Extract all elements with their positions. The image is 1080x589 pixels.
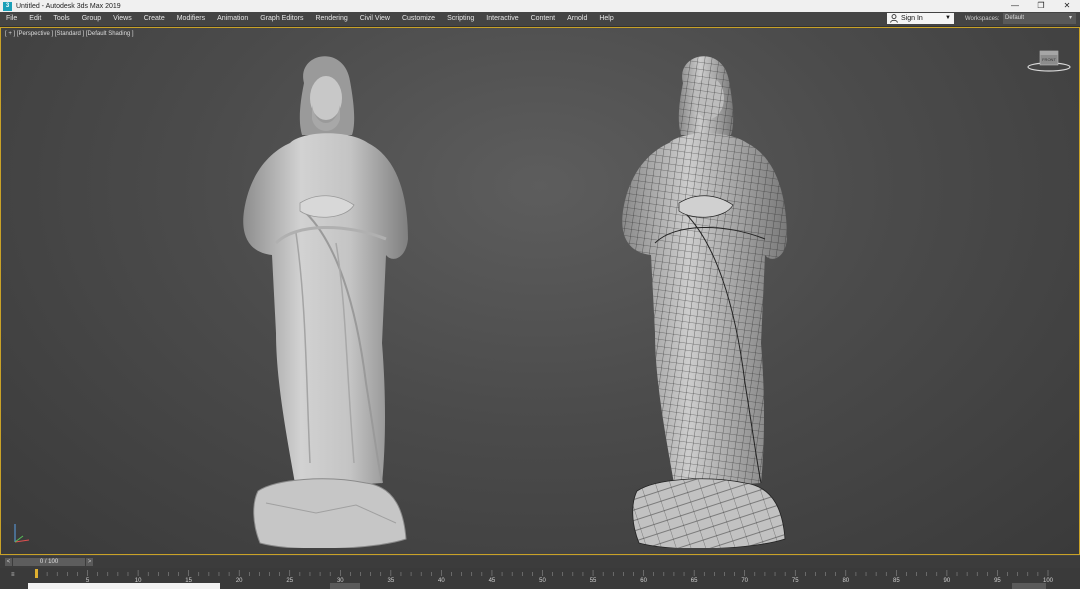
- axis-gizmo-icon: [14, 524, 30, 543]
- menu-item-edit[interactable]: Edit: [23, 12, 47, 26]
- menu-item-animation[interactable]: Animation: [211, 12, 254, 26]
- 3ds-max-app-icon[interactable]: 3: [3, 1, 12, 11]
- timeline-tick-label: 90: [944, 578, 951, 583]
- time-slider-bar: < 0 / 100 >: [0, 556, 1080, 568]
- time-slider[interactable]: 0 / 100: [13, 558, 85, 566]
- track-segment: [330, 583, 360, 589]
- user-icon: [890, 14, 898, 23]
- timeline-tick-label: 40: [438, 578, 445, 583]
- timeline-tick-label: 85: [893, 578, 900, 583]
- window-title: Untitled - Autodesk 3ds Max 2019: [16, 2, 121, 10]
- svg-text:FRONT: FRONT: [1042, 57, 1056, 62]
- timeline-tick-label: 45: [489, 578, 496, 583]
- timeline-tick-label: 55: [590, 578, 597, 583]
- statue-shaded[interactable]: [236, 43, 416, 548]
- menu-item-help[interactable]: Help: [593, 12, 619, 26]
- minimize-button[interactable]: —: [1002, 0, 1028, 12]
- timeline-tick-label: 75: [792, 578, 799, 583]
- timeline-tick-label: 35: [388, 578, 395, 583]
- track-segment: [1012, 583, 1046, 589]
- timeline-tick-label: 60: [640, 578, 647, 583]
- track-bar[interactable]: 5 10 15 20 25 30 35 40 45 50 55 60 65 70 75 80 85 90 95 100…: [0, 568, 1080, 589]
- timeline-tick-label: 20: [236, 578, 243, 583]
- menu-item-modifiers[interactable]: Modifiers: [171, 12, 211, 26]
- window-controls: — ❐ ✕: [1002, 0, 1080, 12]
- key-range-bar: [28, 583, 220, 589]
- menu-item-content[interactable]: Content: [525, 12, 562, 26]
- current-frame-marker[interactable]: [35, 569, 38, 578]
- workspaces-select[interactable]: Default ▾: [1003, 13, 1076, 24]
- workspaces-label: Workspaces:: [965, 16, 1000, 22]
- menu-item-scripting[interactable]: Scripting: [441, 12, 480, 26]
- menu-item-file[interactable]: File: [0, 12, 23, 26]
- timeline-tick-label: 50: [539, 578, 546, 583]
- workspaces-value: Default: [1005, 15, 1025, 21]
- menu-item-rendering[interactable]: Rendering: [309, 12, 353, 26]
- timeline-ruler[interactable]: 5 10 15 20 25 30 35 40 45 50 55 60 65 70 75 80 85 90 95 100: [0, 568, 1080, 583]
- menu-item-tools[interactable]: Tools: [47, 12, 75, 26]
- maximize-button[interactable]: ❐: [1028, 0, 1054, 12]
- menu-item-arnold[interactable]: Arnold: [561, 12, 593, 26]
- prev-frame-button[interactable]: <: [5, 558, 12, 566]
- menu-item-interactive[interactable]: Interactive: [480, 12, 524, 26]
- window-titlebar: 3 Untitled - Autodesk 3ds Max 2019 — ❐ ✕: [0, 0, 1080, 12]
- menu-item-customize[interactable]: Customize: [396, 12, 441, 26]
- statue-wireframe[interactable]: [615, 43, 795, 548]
- close-button[interactable]: ✕: [1054, 0, 1080, 12]
- timeline-tick-label: 80: [842, 578, 849, 583]
- perspective-viewport[interactable]: [ + ] [Perspective ] [Standard ] [Defaul…: [0, 27, 1080, 555]
- track-bar-menu-icon[interactable]: ≡: [11, 572, 15, 578]
- menu-item-group[interactable]: Group: [76, 12, 107, 26]
- timeline-tick-label: 70: [741, 578, 748, 583]
- viewcube-icon[interactable]: FRONT: [1025, 48, 1073, 74]
- menu-item-create[interactable]: Create: [138, 12, 171, 26]
- next-frame-button[interactable]: >: [86, 558, 93, 566]
- chevron-down-icon: ▾: [1068, 15, 1072, 21]
- chevron-down-icon: ▼: [945, 15, 951, 21]
- viewport-label[interactable]: [ + ] [Perspective ] [Standard ] [Defaul…: [5, 31, 134, 37]
- menu-item-civil-view[interactable]: Civil View: [354, 12, 396, 26]
- sign-in-dropdown[interactable]: Sign In ▼: [887, 13, 954, 24]
- timeline-tick-label: 65: [691, 578, 698, 583]
- menu-item-views[interactable]: Views: [107, 12, 138, 26]
- timeline-tick-label: 25: [286, 578, 293, 583]
- timeline-tick-label: 95: [994, 578, 1001, 583]
- sign-in-label: Sign In: [901, 15, 923, 22]
- menu-item-graph-editors[interactable]: Graph Editors: [254, 12, 309, 26]
